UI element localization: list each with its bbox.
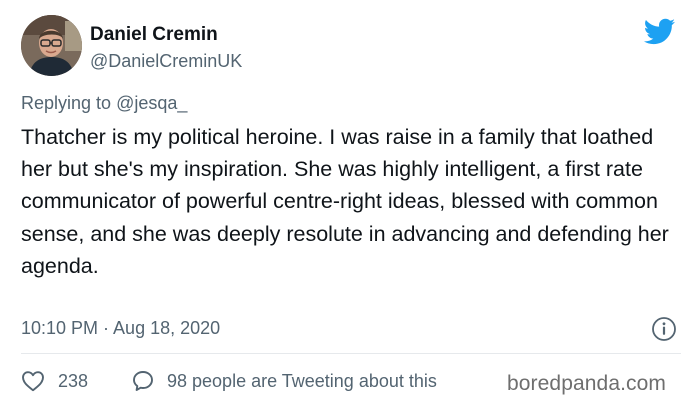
speech-bubble-icon: [133, 371, 153, 391]
like-count: 238: [58, 370, 89, 391]
display-name[interactable]: Daniel Cremin: [90, 24, 218, 46]
tweet-card: Daniel Cremin @DanielCreminUK Replying t…: [0, 0, 700, 408]
like-button[interactable]: 238: [21, 368, 88, 394]
avatar-photo: [21, 15, 82, 76]
user-handle[interactable]: @DanielCreminUK: [90, 51, 242, 72]
reply-mention-link[interactable]: @jesqa_: [116, 93, 187, 113]
divider: [21, 353, 681, 354]
user-avatar[interactable]: [21, 15, 82, 76]
discussion-text: 98 people are Tweeting about this: [167, 370, 437, 391]
tweet-timestamp[interactable]: 10:10 PM · Aug 18, 2020: [21, 318, 220, 339]
discussion-link[interactable]: 98 people are Tweeting about this: [131, 368, 437, 394]
heart-icon: [22, 371, 44, 392]
tweet-text: Thatcher is my political heroine. I was …: [21, 125, 669, 278]
replying-to: Replying to @jesqa_: [21, 93, 187, 114]
twitter-bird-icon[interactable]: [641, 15, 677, 48]
watermark: boredpanda.com: [507, 372, 667, 395]
replying-to-prefix: Replying to: [21, 93, 112, 113]
info-icon[interactable]: [651, 316, 677, 342]
